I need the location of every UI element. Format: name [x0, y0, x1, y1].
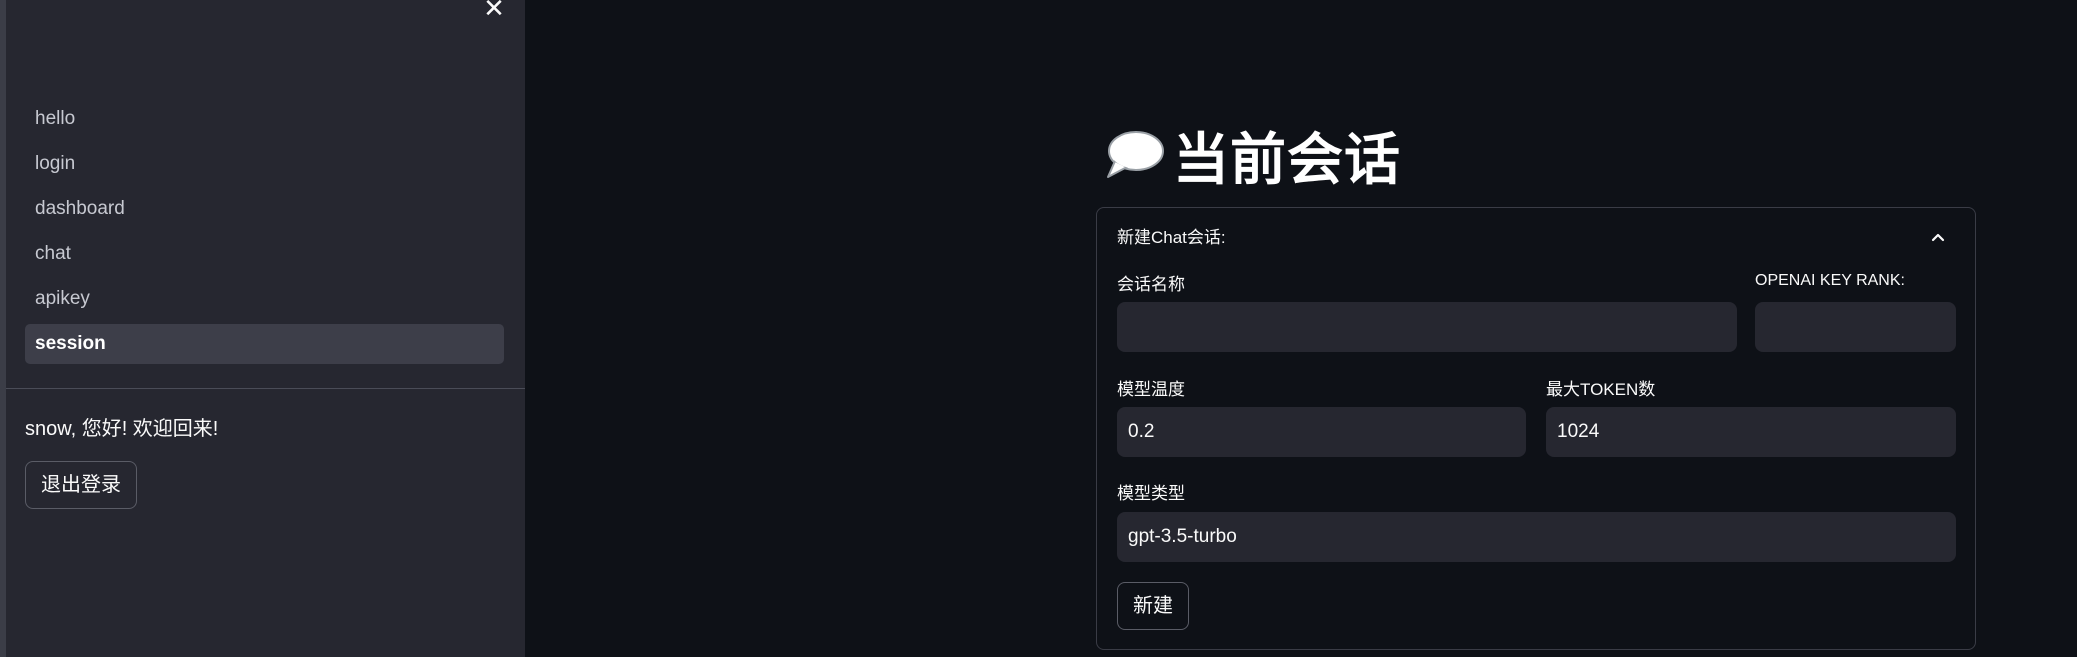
sidebar-item-session[interactable]: session	[25, 324, 504, 364]
close-icon[interactable]: ✕	[480, 0, 508, 22]
sidebar-item-apikey[interactable]: apikey	[25, 279, 504, 319]
model-type-label: 模型类型	[1117, 484, 1185, 503]
openai-key-rank-input[interactable]	[1755, 302, 1956, 352]
sidebar-nav: hello login dashboard chat apikey sessio…	[25, 99, 504, 369]
sidebar-item-dashboard[interactable]: dashboard	[25, 189, 504, 229]
max-tokens-label: 最大TOKEN数	[1546, 380, 1656, 399]
sidebar-item-login[interactable]: login	[25, 144, 504, 184]
temperature-label: 模型温度	[1117, 380, 1185, 399]
max-tokens-input[interactable]	[1546, 407, 1956, 457]
welcome-text: snow, 您好! 欢迎回来!	[25, 418, 219, 440]
expander-title: 新建Chat会话:	[1117, 228, 1226, 247]
logout-button[interactable]: 退出登录	[25, 461, 137, 509]
expander-header[interactable]: 新建Chat会话:	[1117, 208, 1957, 268]
page-title: 当前会话	[1173, 127, 1401, 191]
create-button[interactable]: 新建	[1117, 582, 1189, 630]
sidebar-divider	[6, 388, 525, 389]
page-header: 当前会话	[1103, 120, 1401, 191]
sidebar-item-chat[interactable]: chat	[25, 234, 504, 274]
speech-bubble-icon	[1107, 131, 1164, 178]
new-chat-expander: 新建Chat会话: 会话名称 OPENAI KEY RANK: 模型温度 最大T…	[1096, 207, 1976, 650]
session-name-label: 会话名称	[1117, 275, 1185, 294]
openai-key-rank-label: OPENAI KEY RANK:	[1755, 272, 1905, 289]
temperature-input[interactable]	[1117, 407, 1526, 457]
sidebar: ✕ hello login dashboard chat apikey sess…	[0, 0, 525, 657]
model-type-input[interactable]	[1117, 512, 1956, 562]
chevron-up-icon[interactable]	[1931, 232, 1945, 242]
session-name-input[interactable]	[1117, 302, 1737, 352]
sidebar-item-hello[interactable]: hello	[25, 99, 504, 139]
sidebar-edge	[0, 0, 6, 657]
